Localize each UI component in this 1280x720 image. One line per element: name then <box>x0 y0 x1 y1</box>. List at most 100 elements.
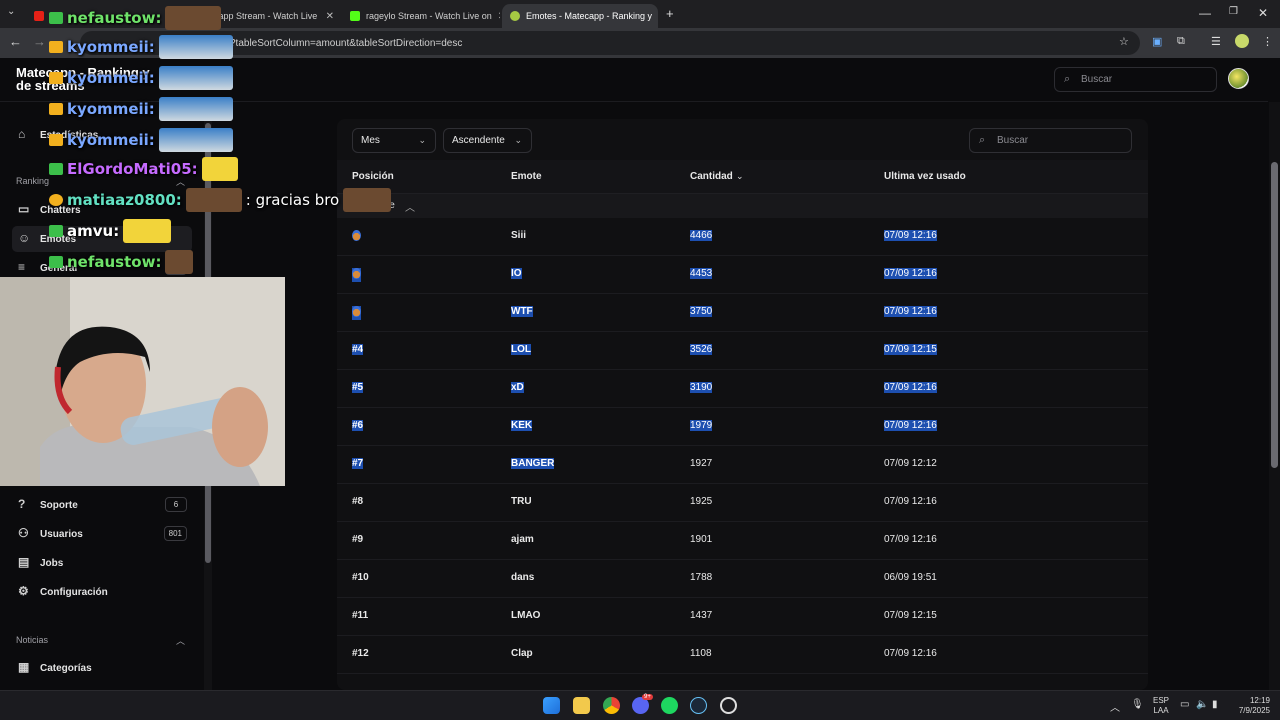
table-search-input[interactable]: ⌕ Buscar <box>969 128 1132 153</box>
table-row[interactable]: IO 4453 07/09 12:16 <box>337 256 1148 294</box>
grid-icon: ▦ <box>18 660 30 674</box>
extensions-puzzle-icon[interactable]: ⧉ <box>1177 35 1185 48</box>
table-row[interactable]: Siii 4466 07/09 12:16 <box>337 218 1148 256</box>
cell-last-used: 07/09 12:16 <box>884 420 937 431</box>
sidebar-item-categorias[interactable]: ▦ Categorías <box>12 655 192 681</box>
sidebar-item-usuarios[interactable]: ⚇ Usuarios 801 <box>12 521 192 547</box>
chat-badge-icon <box>49 256 63 268</box>
emote-image <box>165 6 222 30</box>
close-icon[interactable]: ✕ <box>326 11 334 22</box>
clock-date: 7/9/2025 <box>1238 706 1270 715</box>
cell-emote: xD <box>511 382 524 393</box>
table-row[interactable]: WTF 3750 07/09 12:16 <box>337 294 1148 332</box>
forward-icon[interactable]: → <box>33 34 46 49</box>
start-menu-icon[interactable] <box>543 697 560 714</box>
chat-message: ElGordoMati05: <box>49 157 238 181</box>
file-explorer-icon[interactable] <box>573 697 590 714</box>
column-header-posicion[interactable]: Posición <box>352 171 394 182</box>
sidebar-item-jobs[interactable]: ▤ Jobs <box>12 550 192 576</box>
bookmark-star-icon[interactable]: ☆ <box>1119 35 1129 48</box>
cell-amount: 1927 <box>690 458 713 469</box>
microphone-icon[interactable]: 🎙 <box>1131 699 1144 710</box>
menu-dots-icon[interactable]: ⋮ <box>1262 35 1273 48</box>
chat-username: nefaustow: <box>67 253 162 271</box>
app-icon[interactable] <box>720 697 737 714</box>
cell-amount: 1788 <box>690 572 713 583</box>
url-text: ?tableSortColumn=amount&tableSortDirecti… <box>230 37 463 49</box>
chat-username: kyommeii: <box>67 38 155 56</box>
column-header-emote[interactable]: Emote <box>511 171 542 182</box>
cell-position: #11 <box>352 610 369 621</box>
gear-icon: ⚙ <box>18 584 29 598</box>
new-tab-icon[interactable]: + <box>666 6 674 21</box>
close-icon[interactable]: ✕ <box>498 11 500 22</box>
cell-amount: 1925 <box>690 496 713 507</box>
table-row[interactable]: #4 LOL 3526 07/09 12:15 <box>337 332 1148 370</box>
period-select[interactable]: Mes ⌄ <box>352 128 436 153</box>
tab-rageylo-stream[interactable]: rageylo Stream - Watch Live on ✕ <box>342 4 500 28</box>
tab-emotes-active[interactable]: Emotes - Matecapp - Ranking y ✕ <box>502 4 658 28</box>
cell-amount: 3750 <box>690 306 713 317</box>
tab-list-icon[interactable]: ⌄ <box>7 6 15 17</box>
cell-emote: TRU <box>511 496 532 507</box>
table-row[interactable]: #11 LMAO 1437 07/09 12:15 <box>337 598 1148 636</box>
battery-icon[interactable]: ▮ <box>1212 699 1218 710</box>
column-header-cantidad[interactable]: Cantidad <box>690 171 733 182</box>
home-icon: ⌂ <box>18 127 26 141</box>
smile-icon: ☺ <box>18 231 31 245</box>
jobs-icon: ▤ <box>18 555 30 569</box>
cell-emote: KEK <box>511 420 533 431</box>
table-row[interactable]: #10 dans 1788 06/09 19:51 <box>337 560 1148 598</box>
cell-last-used: 07/09 12:16 <box>884 306 937 317</box>
column-header-ultima-vez[interactable]: Ultima vez usado <box>884 171 966 182</box>
cell-position: #8 <box>352 496 364 507</box>
tab-label: rageylo Stream - Watch Live on <box>366 11 492 21</box>
table-row[interactable]: #5 xD 3190 07/09 12:16 <box>337 370 1148 408</box>
section-ranking: Ranking <box>16 176 50 186</box>
tray-chevron-icon[interactable]: ︿ <box>1110 699 1120 714</box>
cell-last-used: 07/09 12:16 <box>884 268 937 279</box>
cell-position: #12 <box>352 648 369 659</box>
chevron-down-icon: ⌄ <box>418 135 426 145</box>
sort-desc-icon[interactable]: ⌄ <box>736 171 744 182</box>
group-row[interactable]: mbre ︿ <box>337 194 1148 218</box>
order-select[interactable]: Ascendente ⌄ <box>443 128 532 153</box>
table-row[interactable]: #9 ajam 1901 07/09 12:16 <box>337 522 1148 560</box>
chrome-icon[interactable] <box>603 697 620 714</box>
table-row[interactable]: #7 BANGER 1927 07/09 12:12 <box>337 446 1148 484</box>
user-avatar[interactable] <box>1228 68 1249 89</box>
cell-emote: Clap <box>511 648 533 659</box>
network-icon[interactable]: ▭ <box>1180 699 1189 710</box>
profile-avatar-icon[interactable] <box>1235 34 1249 48</box>
sidebar-item-soporte[interactable]: ? Soporte 6 <box>12 492 192 518</box>
restore-icon[interactable]: ❐ <box>1229 6 1238 17</box>
cell-position: #4 <box>352 344 364 355</box>
medal-icon <box>352 306 361 317</box>
chevron-up-icon: ︿ <box>405 203 415 214</box>
chat-text: : gracias bro <box>245 191 340 209</box>
language-indicator[interactable]: ESP LAA <box>1151 696 1171 716</box>
tab-search-icon[interactable]: ☰ <box>1211 35 1221 48</box>
close-window-icon[interactable]: ✕ <box>1258 6 1268 20</box>
volume-icon[interactable]: 🔈 <box>1196 699 1208 710</box>
back-icon[interactable]: ← <box>9 34 22 49</box>
minimize-icon[interactable]: — <box>1199 6 1211 20</box>
page-scrollbar-thumb[interactable] <box>1271 162 1278 468</box>
sidebar-item-label: Configuración <box>40 586 108 598</box>
url-bar[interactable]: ?tableSortColumn=amount&tableSortDirecti… <box>80 31 1140 55</box>
emote-image <box>201 157 238 181</box>
chat-username: kyommeii: <box>67 69 155 87</box>
cell-last-used: 07/09 12:15 <box>884 610 937 621</box>
emote-image <box>158 35 233 59</box>
extension-icon[interactable]: ▣ <box>1152 35 1162 48</box>
table-row[interactable]: #12 Clap 1108 07/09 12:16 <box>337 636 1148 674</box>
header-search-input[interactable]: ⌕ Buscar <box>1054 67 1217 92</box>
table-row[interactable]: #6 KEK 1979 07/09 12:16 <box>337 408 1148 446</box>
steam-icon[interactable] <box>690 697 707 714</box>
chevron-up-icon[interactable]: ︿ <box>176 634 185 647</box>
sidebar-item-configuracion[interactable]: ⚙ Configuración <box>12 579 192 605</box>
cell-last-used: 06/09 19:51 <box>884 572 937 583</box>
spotify-icon[interactable] <box>661 697 678 714</box>
clock[interactable]: 12:19 7/9/2025 <box>1230 696 1270 716</box>
table-row[interactable]: #8 TRU 1925 07/09 12:16 <box>337 484 1148 522</box>
